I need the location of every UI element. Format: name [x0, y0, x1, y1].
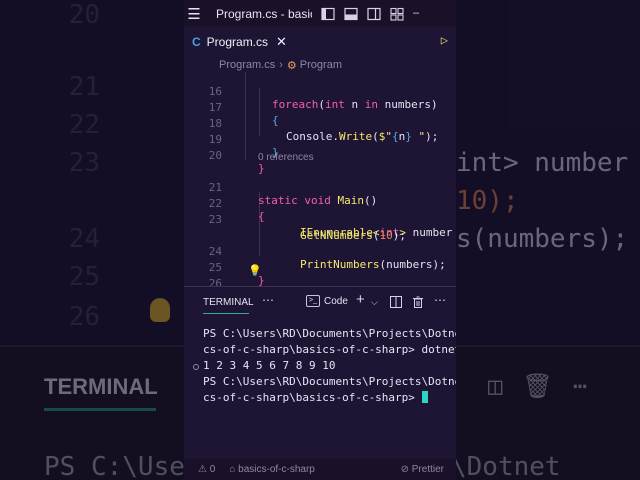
code-line: 25 }: [184, 248, 456, 287]
code-editor[interactable]: 16 foreach(int n in numbers) 17 { 18 Con…: [184, 72, 456, 290]
tab-terminal[interactable]: TERMINAL: [203, 297, 254, 308]
terminal-header: TERMINAL ⋯ >_ Code + ⌵ ⋯: [184, 287, 456, 317]
problems-count: 0: [209, 464, 216, 475]
run-icon[interactable]: ▷: [441, 33, 448, 47]
code-line: 22 {: [184, 184, 456, 223]
tab-label: Program.cs: [206, 35, 269, 49]
workspace-name: basics-of-c-sharp: [238, 464, 315, 475]
terminal-panel: TERMINAL ⋯ >_ Code + ⌵ ⋯ PS C:\Users\RD\…: [184, 286, 456, 457]
line-number: 20: [208, 149, 222, 162]
terminal-prompt-line: cs-of-c-sharp\basics-of-c-sharp>: [203, 391, 456, 407]
toggle-secondary-sidebar-icon[interactable]: [367, 7, 381, 21]
more-actions-icon[interactable]: ⋯: [434, 293, 446, 307]
window-title: Program.cs - basic: [216, 6, 312, 21]
status-bar: ⚠ 0 ⌂ basics-of-c-sharp ⊘ Prettier: [184, 459, 456, 480]
toggle-panel-icon[interactable]: [344, 7, 358, 21]
shell-name: Code: [324, 295, 348, 307]
terminal-tab-underline: [203, 313, 249, 314]
chevron-right-icon: ›: [279, 59, 283, 71]
tab-program-cs[interactable]: C Program.cs ✕: [192, 31, 287, 53]
workspace-indicator[interactable]: ⌂ basics-of-c-sharp: [229, 464, 315, 475]
terminal-output[interactable]: PS C:\Users\RD\Documents\Projects\Dotnet…: [203, 327, 456, 407]
terminal-line: 1 2 3 4 5 6 7 8 9 10: [203, 359, 336, 372]
breadcrumb-file[interactable]: Program.cs: [219, 59, 275, 71]
code-line: 24 PrintNumbers(numbers);: [184, 232, 456, 271]
code-line: 23 IEnumerable<int> number: [184, 200, 456, 239]
breadcrumb: Program.cs › ⚙ Program: [184, 57, 456, 73]
code-line: 26: [184, 264, 456, 290]
breadcrumb-symbol[interactable]: Program: [300, 59, 342, 71]
toggle-sidebar-icon[interactable]: [321, 7, 335, 21]
code-line: GetNNumbers(10);: [300, 229, 406, 242]
more-tabs-icon[interactable]: ⋯: [262, 293, 274, 307]
references-codelens[interactable]: 0 references: [258, 152, 314, 163]
menu-icon[interactable]: ☰: [186, 5, 202, 23]
code-line: 21 static void Main(): [184, 168, 456, 207]
customize-layout-icon[interactable]: [390, 7, 404, 21]
lightbulb-icon[interactable]: 💡: [248, 264, 262, 277]
close-icon[interactable]: ✕: [276, 34, 287, 50]
terminal-line: cs-of-c-sharp\basics-of-c-sharp> dotnet: [203, 343, 456, 356]
terminal-line: PS C:\Users\RD\Documents\Projects\Dotnet: [203, 375, 456, 388]
code-line: 19 }: [184, 120, 456, 159]
shell-selector[interactable]: >_ Code: [306, 295, 348, 307]
title-bar: ☰ Program.cs - basic –: [184, 0, 456, 27]
chevron-down-icon[interactable]: ⌵: [371, 297, 378, 308]
code-line: 18 Console.Write($"{n} ");: [184, 104, 456, 143]
minimize-icon[interactable]: –: [413, 7, 427, 21]
prettier-status[interactable]: ⊘ Prettier: [401, 464, 444, 475]
code-line: 16 foreach(int n in numbers): [184, 72, 456, 111]
split-terminal-icon[interactable]: [390, 296, 402, 308]
terminal-icon: >_: [306, 295, 320, 307]
terminal-line: PS C:\Users\RD\Documents\Projects\Dotnet: [203, 327, 456, 340]
class-icon: ⚙: [286, 59, 297, 72]
csharp-file-icon: C: [192, 35, 201, 49]
code-line: 20 }: [184, 136, 456, 175]
command-decoration-icon: [193, 364, 199, 370]
terminal-line: cs-of-c-sharp\basics-of-c-sharp>: [203, 391, 422, 404]
code-line: 17 {: [184, 88, 456, 127]
formatter-name: Prettier: [411, 464, 444, 475]
problems-indicator[interactable]: ⚠ 0: [198, 464, 215, 475]
trash-icon[interactable]: [412, 296, 424, 308]
new-terminal-icon[interactable]: +: [356, 291, 365, 308]
vscode-window: ☰ Program.cs - basic – C Program.cs ✕ ▷ …: [184, 0, 456, 480]
terminal-cursor: [421, 391, 428, 403]
editor-tabs: C Program.cs ✕ ▷: [184, 27, 456, 55]
